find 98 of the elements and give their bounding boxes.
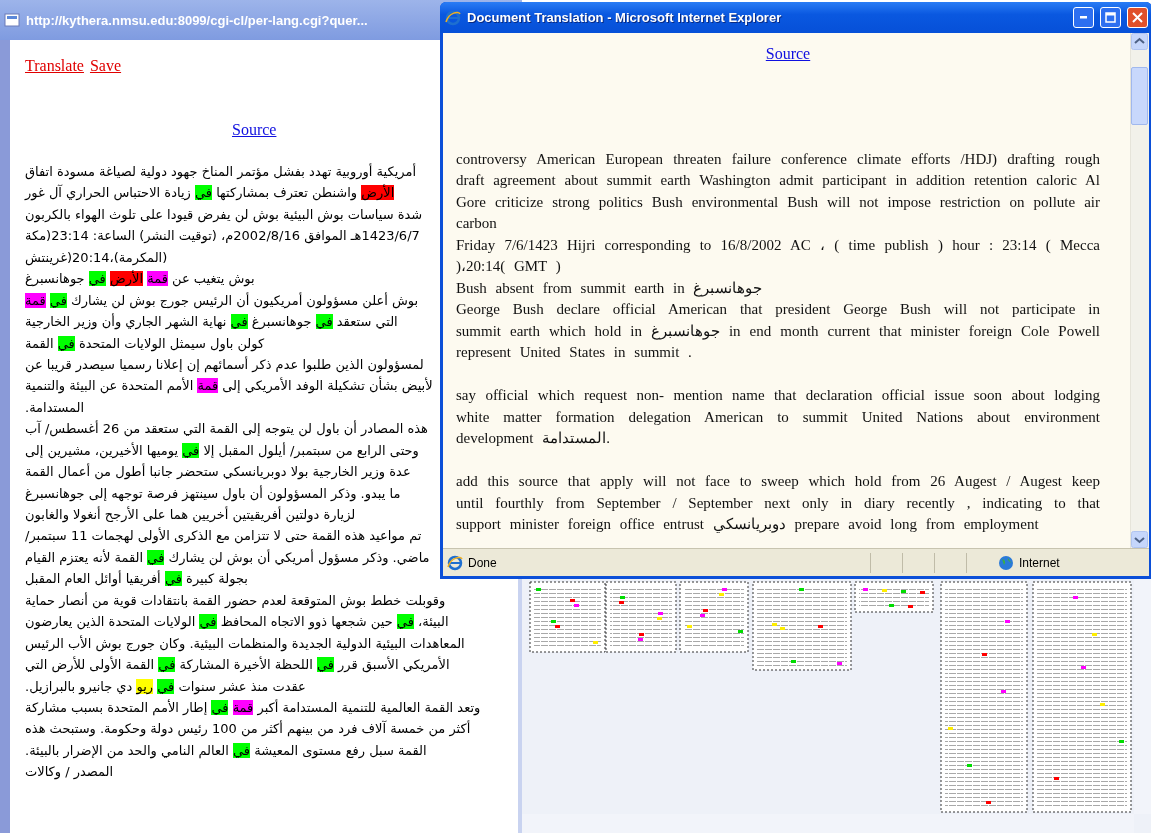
arabic-text: يوميها الأخيرين، مشيرين إلى bbox=[25, 442, 179, 458]
highlighted-word: في bbox=[157, 678, 175, 694]
highlighted-word: في bbox=[396, 614, 414, 630]
arabic-text: أمريكية أوروبية تهدد بفشل مؤتمر المناخ جهود دولية لصياغة مسودة اتفاق bbox=[25, 164, 416, 179]
arabic-text: تم مواعيد هذه القمة حتى لا تتزامن مع الذكرى الأولى لهجمات 11 سبتمبر/ bbox=[25, 528, 422, 544]
highlighted-word: في bbox=[194, 185, 212, 201]
highlighted-word: في bbox=[232, 742, 250, 758]
arabic-text: التي ستعقد bbox=[336, 314, 398, 330]
highlighted-word: قمة bbox=[147, 271, 168, 287]
maximize-icon bbox=[1105, 12, 1116, 23]
arabic-text: وقوبلت خطط بوش المتوقعة لعدم حضور القمة بانتقادات قوية من أنصار حماية bbox=[25, 592, 446, 608]
scroll-down-icon bbox=[1131, 531, 1148, 548]
arabic-text: القمة سبل رفع مستوى المعيشة bbox=[254, 742, 427, 758]
globe-icon bbox=[998, 554, 1014, 571]
arabic-text: دي جانيرو بالبرازيل. bbox=[25, 678, 133, 694]
highlighted-word: في bbox=[88, 271, 106, 287]
arabic-text: الأمريكي الأسبق قرر bbox=[338, 657, 450, 673]
translated-paragraph: Friday 7/6/1423 Hijri corresponding to 16/8/2002 AC ، ( time publish ) hour : 23:14 ( Mecca )،20:14( GMT ) bbox=[456, 235, 1100, 276]
arabic-text: القمة لأنه يعتزم القيام bbox=[25, 549, 144, 565]
arabic-text: شدة سياسات بوش البيئية بوش لن يفرض قيودا على تلوث الهواء بالكربون bbox=[25, 206, 423, 222]
arabic-text: لزيارة دولتين أفريقيتين أخريين هما على الأرجح أنغولا والغابون bbox=[25, 507, 356, 522]
translated-paragraph: George Bush declare official American that president George Bush will not participate in summit earth which hold in جوهانسبرغ in end month current that minister foreign Cole Powell represent United States in summit . bbox=[456, 300, 1100, 362]
arabic-text: بوش أعلن مسؤولون أمريكيون أن الرئيس جورج بوش لن يشارك bbox=[71, 292, 419, 308]
close-button[interactable] bbox=[1127, 7, 1148, 28]
highlighted-word: قمة bbox=[25, 292, 46, 308]
arabic-text: أكثر من خمسة آلاف فرد من بينهم أكثر من 100 رئيس دولة وحكومة. وستبحث هذه bbox=[25, 721, 471, 737]
arabic-text: البيئة، bbox=[418, 614, 449, 630]
translated-paragraph: say official which request non- mention name that declaration official issue soon about lodging white matter formation delegation American to summit United Nations about environment development المستدامة. bbox=[456, 386, 1100, 448]
scroll-up-icon bbox=[1131, 33, 1148, 50]
source-link[interactable]: Source bbox=[745, 43, 811, 65]
minimize-button[interactable] bbox=[1073, 7, 1094, 28]
window-title: http://kythera.nmsu.edu:8099/cgi-cl/per-lang.cgi?quer... bbox=[26, 12, 368, 28]
arabic-text: جوهانسبرغ bbox=[251, 314, 312, 330]
close-icon bbox=[1132, 12, 1143, 23]
arabic-text: حين شجعها ذوو الاتجاه المحافظ bbox=[220, 614, 393, 630]
highlighted-word: في bbox=[315, 314, 333, 330]
translated-paragraph: add this source that apply will not face to sweep which hold from 26 Augest / Augest keep until fourthly from September / September next only in diary recently , indicating to that support minister foreign office entrust دوبريانسكي prepare avoid long from employment bbox=[456, 472, 1100, 535]
save-link[interactable]: Save bbox=[89, 57, 122, 75]
arabic-text: وتعد القمة العالمية للتنمية المستدامة أكبر bbox=[257, 699, 481, 715]
arabic-text: القمة bbox=[25, 335, 54, 351]
translated-paragraph: Bush absent from summit earth in جوهانسبرغ bbox=[456, 278, 764, 299]
scrollbar[interactable] bbox=[1134, 578, 1151, 814]
arabic-text: وحتى الرابع من سبتمبر/ أيلول المقبل إلا bbox=[203, 442, 419, 458]
highlighted-word: في bbox=[316, 657, 334, 673]
highlighted-word: في bbox=[230, 314, 248, 330]
arabic-text: المعاهدات البيئية الدولية الجديدة والمنظمات البيئية. وكان جورج بوش الأب الرئيس bbox=[25, 635, 465, 651]
browser-icon bbox=[447, 554, 463, 571]
arabic-text: كولن باول سيمثل الولايات المتحدة bbox=[79, 335, 265, 351]
translated-paragraph: controversy American European threaten failure conference climate efforts /HDJ) drafting rough draft agreement about summit earth Washington admit participant in addition retention caloric Al Gore criticize strong politics Bush environmental Bush will not impose restriction on pollute air carbon bbox=[456, 149, 1100, 233]
highlighted-word: الأرض bbox=[361, 185, 395, 201]
scrollbar[interactable] bbox=[1130, 33, 1149, 548]
minimize-icon bbox=[1080, 16, 1087, 19]
highlighted-word: قمة bbox=[197, 378, 219, 394]
arabic-text: المصدر / وكالات bbox=[25, 764, 114, 780]
highlighted-word: في bbox=[158, 657, 176, 673]
highlighted-word: في bbox=[147, 549, 165, 565]
arabic-text: القمة الأولى للأرض التي bbox=[25, 657, 155, 673]
highlighted-word: في bbox=[211, 699, 229, 715]
arabic-text: بجولة كبيرة bbox=[186, 571, 248, 587]
highlighted-word: في bbox=[164, 571, 182, 587]
zone-text: Internet bbox=[1019, 555, 1061, 570]
arabic-text: 1423/6/7هـ الموافق 2002/8/16م، (توقيت النشر) الساعة: 23:14(مكة bbox=[25, 228, 420, 244]
arabic-text: المستدامة. bbox=[25, 399, 85, 415]
maximize-button[interactable] bbox=[1100, 7, 1121, 28]
arabic-text: نهاية الشهر الجاري وأن وزير الخارجية bbox=[25, 314, 227, 330]
arabic-text: الولايات المتحدة الذين يعارضون bbox=[25, 614, 196, 630]
arabic-text: اللحظة الأخيرة المشاركة bbox=[179, 657, 313, 673]
arabic-text: عقدت منذ عشر سنوات bbox=[178, 678, 306, 694]
arabic-text: بوش يتغيب عن bbox=[172, 271, 255, 287]
arabic-text: زيادة الاحتباس الحراري آل غور bbox=[25, 185, 191, 201]
source-link[interactable]: Source bbox=[232, 121, 277, 139]
highlighted-word: الأرض bbox=[110, 271, 143, 287]
arabic-text: جوهانسبرغ bbox=[25, 271, 85, 287]
scroll-thumb[interactable] bbox=[1131, 67, 1148, 125]
browser-icon bbox=[445, 9, 461, 26]
arabic-text: عدة وزير الخارجية بولا دوبريانسكي ستحضر جانبا أطول من أعمال القمة bbox=[25, 464, 411, 480]
arabic-text: ما يبدو. وذكر المسؤولون أن باول سينتهز فرصة توجهه إلى جوهانسبرغ bbox=[25, 485, 401, 501]
highlighted-word: في bbox=[199, 614, 217, 630]
highlighted-word: في bbox=[49, 292, 67, 308]
highlighted-word: قمة bbox=[232, 699, 254, 715]
arabic-text: لأبيض بشأن تشكيلة الوفد الأمريكي إلى bbox=[222, 378, 433, 394]
status-text: Done bbox=[468, 555, 497, 570]
arabic-text: هذه المصادر أن باول لن يتوجه إلى القمة التي ستعقد من 26 أغسطس/ آب bbox=[25, 421, 428, 437]
arabic-text: أفريقيا أوائل العام المقبل bbox=[25, 571, 161, 587]
arabic-text: ماضي. وذكر مسؤول أمريكي أن بوش لن يشارك bbox=[168, 549, 430, 565]
page-icon bbox=[4, 12, 20, 28]
arabic-text: الأمم المتحدة عن البيئة والتنمية bbox=[25, 378, 194, 394]
arabic-text: العالم النامي والحد من الإضرار بالبيئة. bbox=[25, 742, 229, 758]
arabic-text: لمسؤولون الذين طلبوا عدم ذكر أسمائهم إن إعلانا رسميا سيصدر قريبا عن bbox=[25, 356, 424, 372]
arabic-text: (المكرمة)،20:14(غرينتش bbox=[25, 249, 168, 265]
highlighted-word: في bbox=[182, 442, 200, 458]
arabic-text: واشنطن تعترف بمشاركتها bbox=[216, 185, 358, 201]
window-title: Document Translation - Microsoft Internet Explorer bbox=[467, 10, 783, 25]
translate-link[interactable]: Translate bbox=[25, 57, 84, 75]
highlighted-word: في bbox=[57, 335, 75, 351]
highlighted-word: ريو bbox=[136, 678, 154, 694]
arabic-text: إطار الأمم المتحدة بسبب مشاركة bbox=[25, 699, 208, 715]
scrollbar[interactable] bbox=[522, 814, 1134, 833]
